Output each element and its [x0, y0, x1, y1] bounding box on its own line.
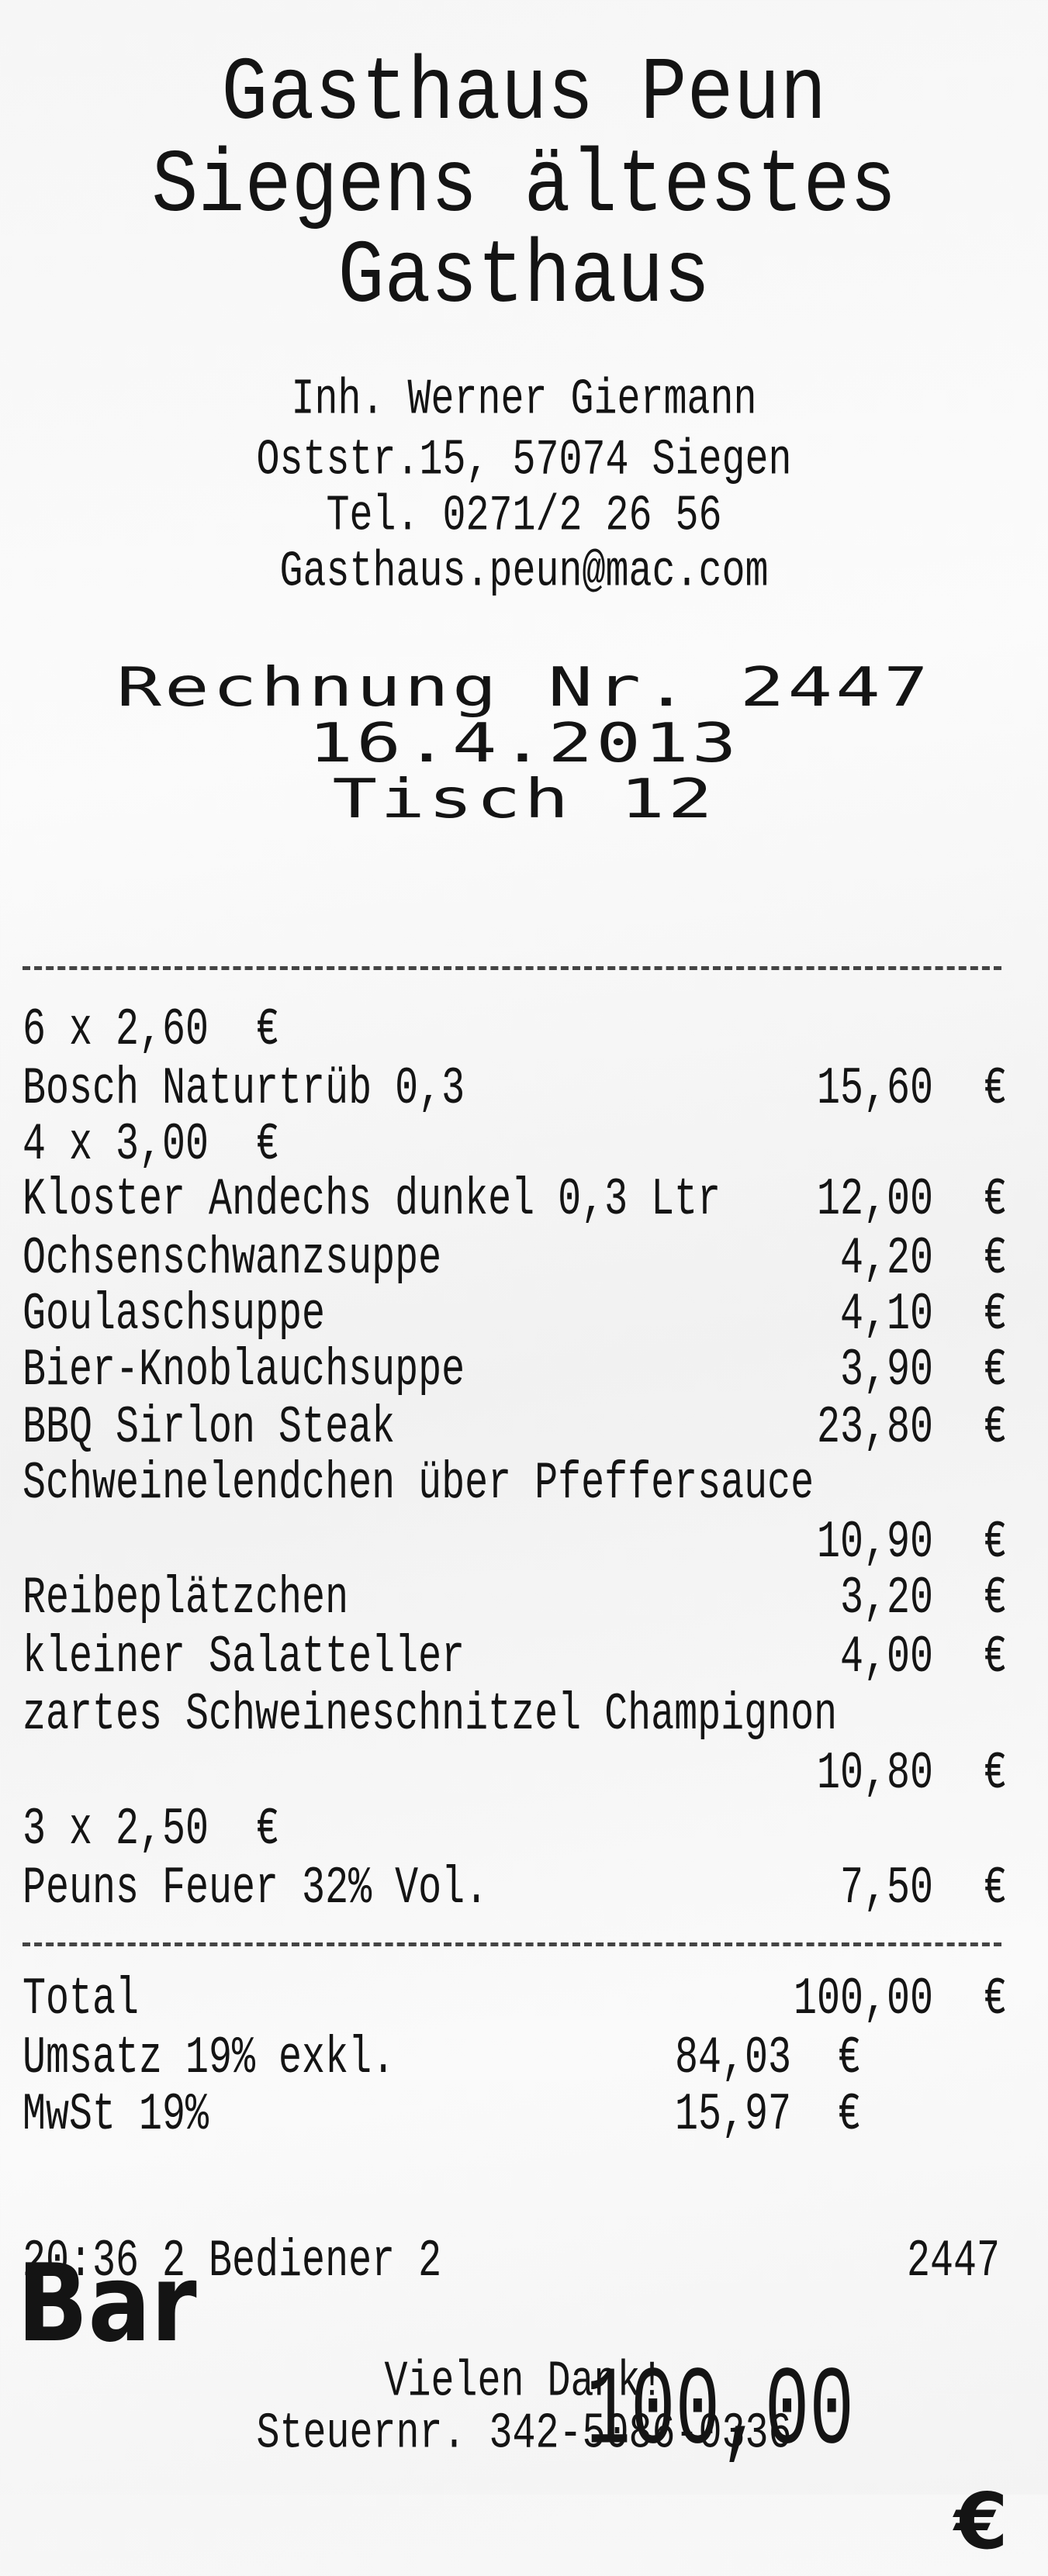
invoice-number: Rechnung Nr. 2447: [116, 655, 932, 719]
restaurant-tagline: Siegens ältestes: [151, 136, 897, 238]
line-item-qty: 3 x 2,50 €: [22, 1800, 280, 1860]
line-item: Reibeplätzchen 3,20 €: [22, 1569, 1008, 1629]
divider: [22, 1942, 1001, 1946]
vat-row: MwSt 19% 15,97 €: [22, 2085, 862, 2146]
restaurant-name: Gasthaus Peun: [221, 44, 827, 146]
owner: Inh. Werner Giermann: [291, 371, 757, 430]
invoice-date: 16.4.2013: [308, 711, 740, 775]
footer-meta: 20:36 2 Bediener 2 2447: [22, 2232, 1000, 2292]
restaurant-tagline-2: Gasthaus: [337, 227, 711, 329]
line-item: Peuns Feuer 32% Vol. 7,50 €: [22, 1859, 1008, 1919]
line-item-name: zartes Schweineschnitzel Champignon: [22, 1685, 838, 1746]
table-number: Tisch 12: [332, 767, 716, 830]
tax-number: Steuernr. 342-5086-0336: [256, 2405, 792, 2464]
line-item-name: Schweinelendchen über Pfeffersauce: [22, 1454, 815, 1514]
line-item-qty: 6 x 2,60 €: [22, 1000, 280, 1061]
divider: [22, 966, 1001, 970]
line-item: Kloster Andechs dunkel 0,3 Ltr 12,00 €: [22, 1170, 1008, 1231]
total-row: Total 100,00 €: [22, 1970, 1008, 2030]
email: Gasthaus.peun@mac.com: [279, 544, 769, 602]
